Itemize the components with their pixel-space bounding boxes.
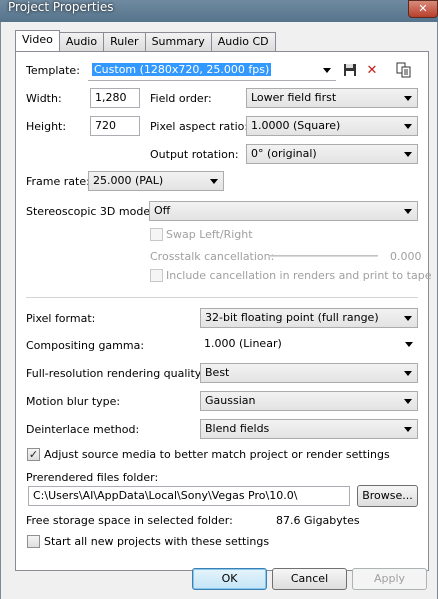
template-label: Template:	[26, 64, 80, 77]
compositing-gamma-dropdown[interactable]: 1.000 (Linear)	[200, 335, 418, 355]
frame-rate-value: 25.000 (PAL)	[93, 174, 164, 187]
pixel-format-dropdown[interactable]: 32-bit floating point (full range)	[200, 308, 418, 328]
stereo-3d-value: Off	[154, 204, 171, 217]
pixel-format-value: 32-bit floating point (full range)	[205, 311, 379, 324]
chevron-down-icon	[404, 209, 412, 214]
deinterlace-dropdown[interactable]: Blend fields	[200, 419, 418, 439]
prerender-path-input[interactable]: C:\Users\AI\AppData\Local\Sony\Vegas Pro…	[28, 486, 350, 506]
project-properties-dialog: Video Audio Ruler Summary Audio CD Templ…	[0, 22, 438, 599]
ok-button[interactable]: OK	[192, 568, 267, 590]
chevron-down-icon	[404, 124, 412, 129]
chevron-down-icon	[404, 399, 412, 404]
tab-audio-cd[interactable]: Audio CD	[210, 32, 276, 51]
compositing-gamma-value: 1.000 (Linear)	[204, 337, 282, 350]
checkmark-icon: ✓	[28, 448, 39, 461]
swap-checkbox[interactable]	[150, 228, 163, 241]
height-input[interactable]: 720	[90, 116, 140, 136]
stereo-3d-dropdown[interactable]: Off	[149, 201, 418, 221]
pixel-aspect-dropdown[interactable]: 1.0000 (Square)	[246, 116, 418, 136]
storage-label: Free storage space in selected folder:	[26, 514, 233, 527]
frame-rate-label: Frame rate:	[26, 175, 90, 188]
chevron-down-icon	[404, 371, 412, 376]
apply-button[interactable]: Apply	[352, 568, 427, 590]
width-label: Width:	[26, 92, 62, 105]
output-rotation-value: 0° (original)	[251, 147, 317, 160]
frame-rate-dropdown[interactable]: 25.000 (PAL)	[88, 171, 224, 191]
output-rotation-label: Output rotation:	[150, 148, 239, 161]
title-bar: Project Properties ✕	[0, 0, 438, 22]
crosstalk-slider[interactable]	[268, 255, 378, 257]
motion-blur-dropdown[interactable]: Gaussian	[200, 391, 418, 411]
start-new-checkbox[interactable]	[27, 535, 40, 548]
chevron-down-icon	[404, 96, 412, 101]
output-rotation-dropdown[interactable]: 0° (original)	[246, 144, 418, 164]
storage-value: 87.6 Gigabytes	[276, 514, 360, 527]
field-order-dropdown[interactable]: Lower field first	[246, 88, 418, 108]
close-icon: ✕	[418, 2, 428, 15]
crosstalk-label: Crosstalk cancellation:	[150, 250, 275, 263]
include-cancel-label: Include cancellation in renders and prin…	[166, 269, 432, 282]
chevron-down-icon	[210, 179, 218, 184]
crosstalk-value: 0.000	[390, 250, 422, 263]
copy-icon	[396, 62, 411, 78]
tab-audio[interactable]: Audio	[58, 32, 105, 51]
deinterlace-value: Blend fields	[205, 422, 270, 435]
pixel-format-label: Pixel format:	[26, 312, 96, 325]
chevron-down-icon	[404, 427, 412, 432]
compositing-gamma-label: Compositing gamma:	[26, 339, 145, 352]
template-dropdown[interactable]: Custom (1280x720, 25.000 fps)	[88, 61, 336, 81]
stereo-3d-label: Stereoscopic 3D mode:	[26, 205, 154, 218]
motion-blur-label: Motion blur type:	[26, 395, 121, 408]
field-order-value: Lower field first	[251, 91, 337, 104]
tab-summary[interactable]: Summary	[144, 32, 212, 51]
chevron-down-icon	[404, 316, 412, 321]
prerender-label: Prerendered files folder:	[26, 471, 159, 484]
swap-label: Swap Left/Right	[166, 228, 253, 241]
delete-template-button[interactable]: ✕	[364, 63, 380, 79]
height-label: Height:	[26, 120, 67, 133]
cancel-button[interactable]: Cancel	[272, 568, 347, 590]
tab-ruler[interactable]: Ruler	[103, 32, 146, 51]
tab-strip: Video Audio Ruler Summary Audio CD	[15, 30, 276, 51]
chevron-down-icon	[323, 68, 331, 73]
chevron-down-icon	[405, 342, 413, 347]
divider	[26, 297, 418, 298]
render-quality-label: Full-resolution rendering quality:	[26, 367, 205, 380]
tab-video[interactable]: Video	[15, 30, 60, 51]
render-quality-value: Best	[205, 366, 230, 379]
pixel-aspect-value: 1.0000 (Square)	[251, 119, 341, 132]
video-panel: Template: Custom (1280x720, 25.000 fps) …	[15, 51, 432, 571]
chevron-down-icon	[404, 152, 412, 157]
adjust-source-checkbox[interactable]: ✓	[27, 448, 40, 461]
copy-properties-button[interactable]	[396, 62, 412, 78]
width-input[interactable]: 1,280	[90, 88, 140, 108]
window-title: Project Properties	[8, 0, 114, 14]
motion-blur-value: Gaussian	[205, 394, 256, 407]
save-template-button[interactable]	[342, 63, 358, 79]
start-new-label: Start all new projects with these settin…	[44, 535, 270, 548]
include-cancel-checkbox[interactable]	[150, 269, 163, 282]
close-button[interactable]: ✕	[408, 0, 438, 18]
save-icon	[344, 64, 356, 76]
pixel-aspect-label: Pixel aspect ratio:	[150, 120, 249, 133]
deinterlace-label: Deinterlace method:	[26, 423, 140, 436]
browse-button[interactable]: Browse...	[357, 485, 418, 507]
template-value: Custom (1280x720, 25.000 fps)	[92, 63, 272, 76]
field-order-label: Field order:	[150, 92, 212, 105]
render-quality-dropdown[interactable]: Best	[200, 363, 418, 383]
adjust-source-label: Adjust source media to better match proj…	[44, 448, 390, 461]
delete-icon: ✕	[366, 63, 378, 78]
